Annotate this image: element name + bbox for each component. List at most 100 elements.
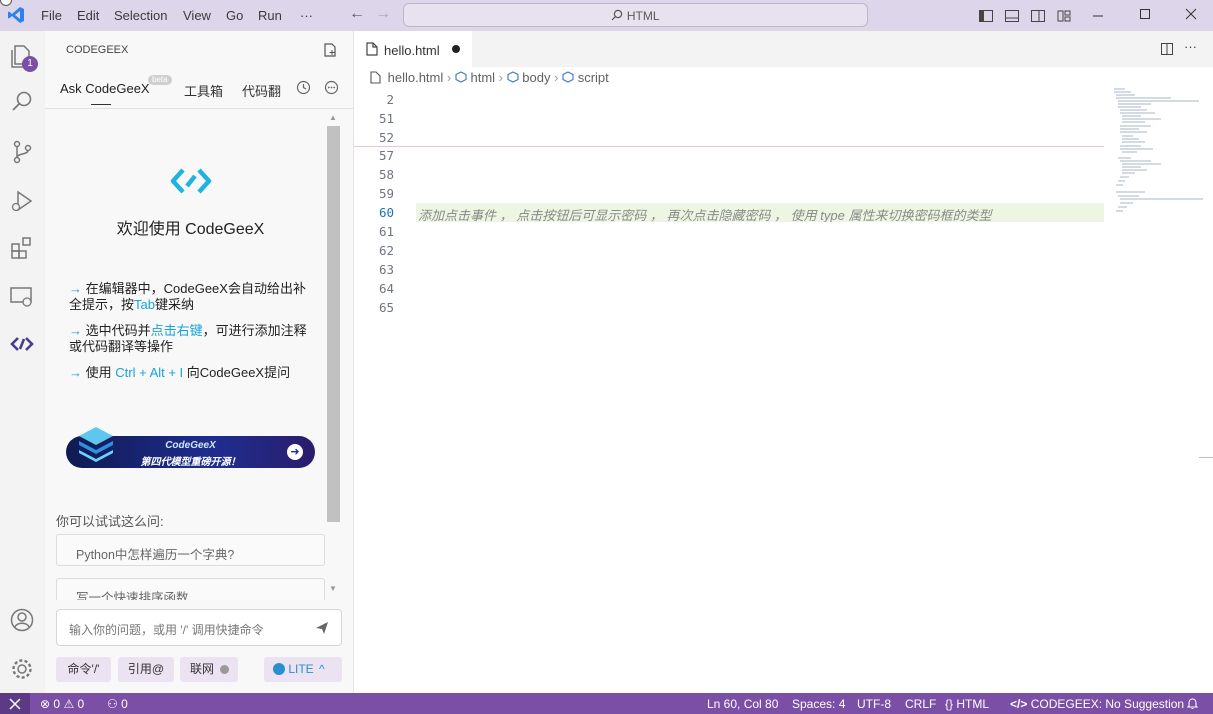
menu-go[interactable]: Go: [226, 8, 243, 23]
notifications-bell-icon[interactable]: [1186, 697, 1199, 710]
customize-layout-icon[interactable]: [1056, 8, 1072, 24]
menu-selection[interactable]: Selection: [114, 8, 167, 23]
tip-arrow-icon: →: [69, 281, 82, 296]
broadcast-icon: ⚇: [107, 697, 118, 711]
maximize-icon[interactable]: [1138, 7, 1152, 21]
language-mode[interactable]: {} HTML: [945, 697, 989, 711]
line-number: 52: [378, 130, 394, 145]
warning-icon: ⚠: [63, 697, 75, 711]
codegeex-icon[interactable]: [9, 331, 35, 357]
web-search-chip[interactable]: 联网: [180, 657, 238, 682]
forward-arrow-icon[interactable]: →: [375, 5, 391, 23]
panel-scrollbar-thumb[interactable]: [327, 126, 340, 522]
codegeex-status[interactable]: </> CODEGEEX: No Suggestion: [1010, 697, 1184, 711]
tab-label: hello.html: [384, 43, 440, 58]
banner-stack-graphic-icon: [79, 427, 113, 462]
minimap[interactable]: [1111, 86, 1206, 221]
web-toggle-icon: [220, 665, 230, 674]
tab-toolbox[interactable]: 工具箱: [184, 81, 223, 100]
menu-view[interactable]: View: [183, 8, 211, 23]
cursor-position[interactable]: Ln 60, Col 80: [707, 697, 778, 711]
send-icon[interactable]: [315, 621, 329, 635]
tip-arrow-icon: →: [69, 323, 82, 338]
end-of-line[interactable]: CRLF: [905, 697, 936, 711]
breadcrumb-file[interactable]: hello.html: [388, 70, 444, 85]
line-number: 51: [378, 111, 394, 126]
search-label: HTML: [626, 9, 660, 23]
suggestion-1[interactable]: Python中怎样遍历一个字典?: [56, 534, 325, 566]
active-tab-underline: [91, 104, 111, 105]
encoding[interactable]: UTF-8: [857, 697, 891, 711]
tip-arrow-icon: →: [69, 365, 82, 380]
command-chip[interactable]: 命令'/': [56, 657, 111, 682]
welcome-title: 欢迎使用 CodeGeeX: [116, 221, 265, 238]
symbol-element-icon: [562, 71, 574, 83]
symbol-element-icon: [507, 71, 519, 83]
tip-1: → 在编辑器中，CodeGeeX会自动给出补全提示，按Tab键采纳: [69, 281, 306, 312]
breadcrumb-body[interactable]: body: [522, 70, 550, 85]
extensions-icon[interactable]: [9, 235, 35, 261]
activity-bar: 1: [0, 31, 45, 693]
settings-gear-icon[interactable]: [9, 656, 35, 682]
current-line-highlight: 添加点击事件 ， 点击按钮后可显示密码 ， 再次点击隐藏密码 ， 使用 type…: [416, 203, 1104, 222]
history-icon[interactable]: [296, 80, 311, 95]
toggle-primary-sidebar-icon[interactable]: [978, 8, 994, 24]
tab-ask-codegeex[interactable]: Ask CodeGeeX: [60, 81, 150, 96]
breadcrumb: hello.html › html › body › script: [370, 70, 609, 88]
remote-icon: [9, 698, 21, 710]
chevron-up-icon: ^: [319, 662, 325, 676]
reference-chip[interactable]: 引用@: [118, 657, 174, 682]
line-number: 65: [378, 300, 394, 315]
new-chat-icon[interactable]: [322, 42, 338, 58]
split-editor-icon[interactable]: [1160, 42, 1174, 56]
menu-file[interactable]: File: [41, 8, 62, 23]
remote-indicator[interactable]: [0, 693, 30, 714]
suggestion-2[interactable]: 写一个快速排序函数: [56, 578, 325, 600]
chat-input[interactable]: 输入你的问题，或用 '/' 调用快捷命令: [56, 609, 342, 646]
line-number: 64: [378, 281, 394, 296]
panel-title: CODEGEEX: [66, 44, 129, 56]
tip-3: → 使用 Ctrl + Alt + I 向CodeGeeX提问: [69, 365, 291, 380]
ports-indicator[interactable]: ⚇ 0: [107, 697, 128, 711]
editor-more-icon[interactable]: ···: [1184, 39, 1197, 54]
line-number: 62: [378, 243, 394, 258]
sticky-scroll-separator: [354, 146, 1104, 147]
menu-run[interactable]: Run: [258, 8, 282, 23]
remote-explorer-icon[interactable]: [9, 284, 35, 310]
breadcrumb-chevron-icon: ›: [498, 70, 504, 85]
menu-more[interactable]: ···: [300, 8, 313, 23]
beta-badge: beta: [148, 75, 172, 85]
run-debug-icon[interactable]: [9, 188, 35, 214]
line-number: 61: [378, 224, 394, 239]
unsaved-dot-icon[interactable]: [452, 45, 460, 53]
command-center-search[interactable]: HTML: [403, 3, 868, 27]
tab-hello-html[interactable]: hello.html: [354, 31, 472, 67]
minimize-icon[interactable]: [1091, 9, 1105, 23]
tab-code-translate[interactable]: 代码翻: [242, 81, 284, 100]
line-number: 59: [378, 186, 394, 201]
scroll-up-arrow-icon[interactable]: ▲: [329, 113, 337, 122]
close-icon[interactable]: [1184, 7, 1198, 21]
line-number: 63: [378, 262, 394, 277]
search-view-icon[interactable]: [9, 89, 35, 115]
problems-indicator[interactable]: ⊗ 0 ⚠ 0: [40, 697, 84, 711]
more-options-icon[interactable]: [324, 80, 339, 95]
breadcrumb-html[interactable]: html: [470, 70, 495, 85]
title-bar: File Edit Selection View Go Run ··· ← → …: [0, 0, 1213, 31]
scroll-down-arrow-icon[interactable]: ▼: [329, 584, 337, 593]
lite-logo-icon: [273, 663, 285, 675]
accounts-icon[interactable]: [9, 607, 35, 633]
vscode-logo-icon[interactable]: [7, 6, 25, 24]
indentation[interactable]: Spaces: 4: [792, 697, 845, 711]
overview-ruler-marker: [1199, 457, 1213, 458]
status-bar: ⊗ 0 ⚠ 0 ⚇ 0 Ln 60, Col 80 Spaces: 4 UTF-…: [0, 693, 1213, 714]
braces-icon: {}: [945, 697, 954, 711]
toggle-panel-icon[interactable]: [1004, 8, 1020, 24]
menu-edit[interactable]: Edit: [77, 8, 99, 23]
back-arrow-icon[interactable]: ←: [349, 5, 365, 23]
banner-arrow-icon[interactable]: ➜: [287, 444, 303, 460]
lite-mode-selector[interactable]: LITE ^: [264, 657, 342, 682]
toggle-secondary-sidebar-icon[interactable]: [1030, 8, 1046, 24]
source-control-icon[interactable]: [9, 139, 35, 165]
breadcrumb-script[interactable]: script: [578, 70, 609, 85]
